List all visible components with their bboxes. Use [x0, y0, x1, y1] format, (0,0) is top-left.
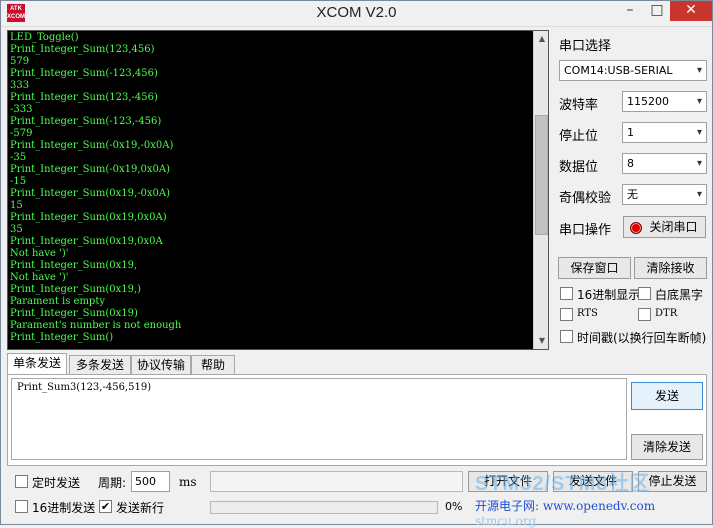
minimize-button[interactable]: –: [616, 1, 644, 21]
rts-label: RTS: [577, 308, 598, 319]
port-select-value: COM14:USB-SERIAL: [564, 64, 673, 77]
receive-line: Print_Integer_Sum(0x19,: [10, 260, 138, 271]
white-bg-checkbox[interactable]: [638, 287, 651, 300]
tab-protocol[interactable]: 协议传输: [131, 355, 191, 375]
parity-select-value: 无: [627, 188, 638, 201]
close-port-label: 关闭串口: [649, 220, 698, 234]
receive-line: 333: [10, 80, 30, 91]
hex-display-checkbox[interactable]: [560, 287, 573, 300]
timestamp-label: 时间戳(以换行回车断帧): [577, 331, 707, 345]
receive-line: Print_Integer_Sum(0x19,): [10, 284, 142, 295]
databits-select-value: 8: [627, 157, 634, 170]
hex-send-label: 16进制发送: [32, 501, 96, 515]
clear-send-button[interactable]: 清除发送: [631, 434, 703, 460]
receive-line: LED_Toggle(): [10, 32, 79, 43]
receive-line: Print_Integer_Sum(-0x19,0x0A): [10, 164, 171, 175]
footer-site-url[interactable]: www.openedv.com: [543, 499, 655, 513]
receive-line: Print_Integer_Sum(0x19): [10, 308, 138, 319]
receive-line: Parament is empty: [10, 296, 105, 307]
port-select[interactable]: COM14:USB-SERIAL ▾: [559, 60, 707, 81]
receive-line: Print_Integer_Sum(0x19,0x0A: [10, 236, 163, 247]
scroll-down-icon[interactable]: ▼: [534, 333, 548, 349]
receive-text: LED_Toggle() Print_Integer_Sum(123,456) 57…: [10, 32, 532, 344]
receive-line: Print_Integer_Sum(0x19,0x0A): [10, 212, 167, 223]
dtr-label: DTR: [655, 308, 678, 319]
stopbits-select-value: 1: [627, 126, 634, 139]
receive-line: Not have ')': [10, 248, 69, 259]
receive-line: 15: [10, 200, 23, 211]
window-title: XCOM V2.0: [316, 4, 397, 21]
save-window-button[interactable]: 保存窗口: [558, 257, 631, 279]
receive-line: -35: [10, 152, 27, 163]
receive-line: Not have ')': [10, 272, 69, 283]
tab-multi-send[interactable]: 多条发送: [69, 355, 131, 375]
timed-send-checkbox[interactable]: [15, 475, 28, 488]
chevron-down-icon: ▾: [696, 189, 702, 200]
chevron-down-icon: ▾: [696, 158, 702, 169]
title-bar: ATK XCOM XCOM V2.0 – □ ✕: [1, 1, 712, 27]
white-bg-label: 白底黑字: [655, 288, 704, 302]
databits-select[interactable]: 8 ▾: [622, 153, 707, 174]
receive-line: 579: [10, 56, 30, 67]
hex-send-checkbox[interactable]: [15, 500, 28, 513]
hex-display-label: 16进制显示: [577, 288, 641, 302]
send-button[interactable]: 发送: [631, 382, 703, 410]
baud-label: 波特率: [559, 98, 599, 113]
footer-ghost-url: stmcu.org: [475, 514, 537, 528]
newline-label: 发送新行: [116, 501, 165, 515]
scroll-thumb[interactable]: [535, 115, 548, 235]
baud-select-value: 115200: [627, 95, 669, 108]
clear-receive-button[interactable]: 清除接收: [634, 257, 707, 279]
xcom-window: ATK XCOM XCOM V2.0 – □ ✕ LED_Toggle() Pri…: [0, 0, 713, 528]
forum-watermark: STM32/STM8社区: [475, 473, 651, 495]
receive-scrollbar[interactable]: ▲ ▼: [533, 31, 548, 349]
progress-percent: 0%: [445, 500, 463, 513]
receive-line: 35: [10, 224, 23, 235]
period-unit: ms: [179, 475, 197, 489]
footer-site-label: 开源电子网:: [475, 499, 540, 513]
receive-line: -15: [10, 176, 27, 187]
receive-line: -579: [10, 128, 33, 139]
receive-line: Print_Integer_Sum(): [10, 332, 114, 343]
tab-single-send[interactable]: 单条发送: [7, 353, 67, 375]
stopbits-label: 停止位: [559, 129, 599, 144]
receive-line: Print_Integer_Sum(123,456): [10, 44, 155, 55]
tab-help[interactable]: 帮助: [191, 355, 235, 375]
chevron-down-icon: ▾: [696, 96, 702, 107]
port-select-label: 串口选择: [559, 39, 612, 54]
close-window-button[interactable]: ✕: [670, 1, 712, 21]
databits-label: 数据位: [559, 160, 599, 175]
period-label: 周期:: [98, 476, 127, 490]
period-input[interactable]: 500: [131, 471, 170, 492]
send-textarea[interactable]: Print_Sum3(123,-456,519): [11, 378, 627, 460]
receive-line: Print_Integer_Sum(-123,-456): [10, 116, 162, 127]
receive-line: Print_Integer_Sum(-123,456): [10, 68, 158, 79]
scroll-up-icon[interactable]: ▲: [534, 31, 548, 47]
receive-terminal[interactable]: LED_Toggle() Print_Integer_Sum(123,456) 57…: [7, 30, 549, 350]
rts-checkbox[interactable]: [560, 308, 573, 321]
parity-label: 奇偶校验: [559, 191, 612, 206]
baud-select[interactable]: 115200 ▾: [622, 91, 707, 112]
send-progress-bar: [210, 501, 438, 514]
receive-line: Parament's number is not enough: [10, 320, 182, 331]
receive-line: Print_Integer_Sum(123,-456): [10, 92, 158, 103]
stopbits-select[interactable]: 1 ▾: [622, 122, 707, 143]
dtr-checkbox[interactable]: [638, 308, 651, 321]
send-tabs: 单条发送 多条发送 协议传输 帮助: [7, 353, 707, 375]
receive-line: Print_Integer_Sum(-0x19,-0x0A): [10, 140, 174, 151]
parity-select[interactable]: 无 ▾: [622, 184, 707, 205]
timed-send-label: 定时发送: [32, 476, 81, 490]
port-op-label: 串口操作: [559, 223, 612, 238]
chevron-down-icon: ▾: [696, 127, 702, 138]
footer-site: 开源电子网: www.openedv.com stmcu.org: [475, 497, 713, 528]
timestamp-checkbox[interactable]: [560, 330, 573, 343]
receive-line: -333: [10, 104, 33, 115]
maximize-button[interactable]: □: [644, 1, 670, 21]
close-port-button[interactable]: 关闭串口: [623, 216, 706, 238]
file-path-field[interactable]: [210, 471, 463, 492]
status-led-icon: [630, 222, 642, 234]
chevron-down-icon: ▾: [696, 65, 702, 76]
receive-line: Print_Integer_Sum(0x19,-0x0A): [10, 188, 171, 199]
newline-checkbox[interactable]: ✔: [99, 500, 112, 513]
